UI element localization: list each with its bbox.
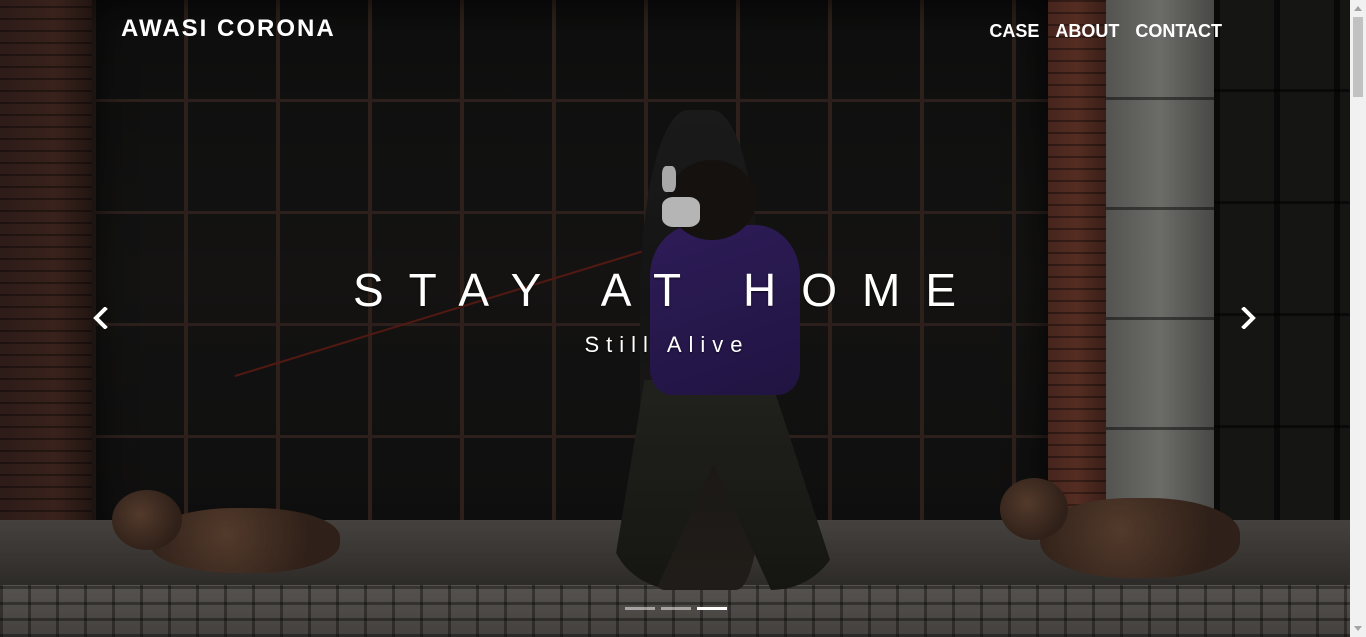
chevron-right-icon bbox=[1241, 307, 1256, 329]
nav-link-contact[interactable]: CONTACT bbox=[1135, 20, 1222, 42]
carousel-indicator-3[interactable] bbox=[697, 607, 727, 610]
hero-title: STAY AT HOME bbox=[352, 264, 982, 316]
main-nav: CASE ABOUT CONTACT bbox=[989, 20, 1222, 42]
brand-logo-link[interactable]: AWASI CORONA bbox=[121, 15, 336, 43]
hero-caption: STAY AT HOME Still Alive bbox=[0, 262, 1334, 358]
chevron-left-icon bbox=[93, 307, 108, 329]
scroll-up-arrow-icon[interactable] bbox=[1350, 0, 1366, 16]
page: STAY AT HOME Still Alive AWASI CORONA CA… bbox=[0, 0, 1366, 637]
nav-link-about[interactable]: ABOUT bbox=[1055, 20, 1119, 42]
hero-subtitle: Still Alive bbox=[584, 332, 750, 357]
scroll-down-arrow-icon[interactable] bbox=[1350, 621, 1366, 637]
carousel-indicators bbox=[625, 607, 727, 610]
page-scrollbar[interactable] bbox=[1350, 0, 1366, 637]
hero-carousel: STAY AT HOME Still Alive bbox=[0, 0, 1350, 637]
carousel-next-button[interactable] bbox=[1229, 298, 1269, 338]
nav-link-case[interactable]: CASE bbox=[989, 20, 1039, 42]
scrollbar-thumb[interactable] bbox=[1353, 17, 1363, 97]
carousel-indicator-2[interactable] bbox=[661, 607, 691, 610]
carousel-indicator-1[interactable] bbox=[625, 607, 655, 610]
carousel-prev-button[interactable] bbox=[80, 298, 120, 338]
